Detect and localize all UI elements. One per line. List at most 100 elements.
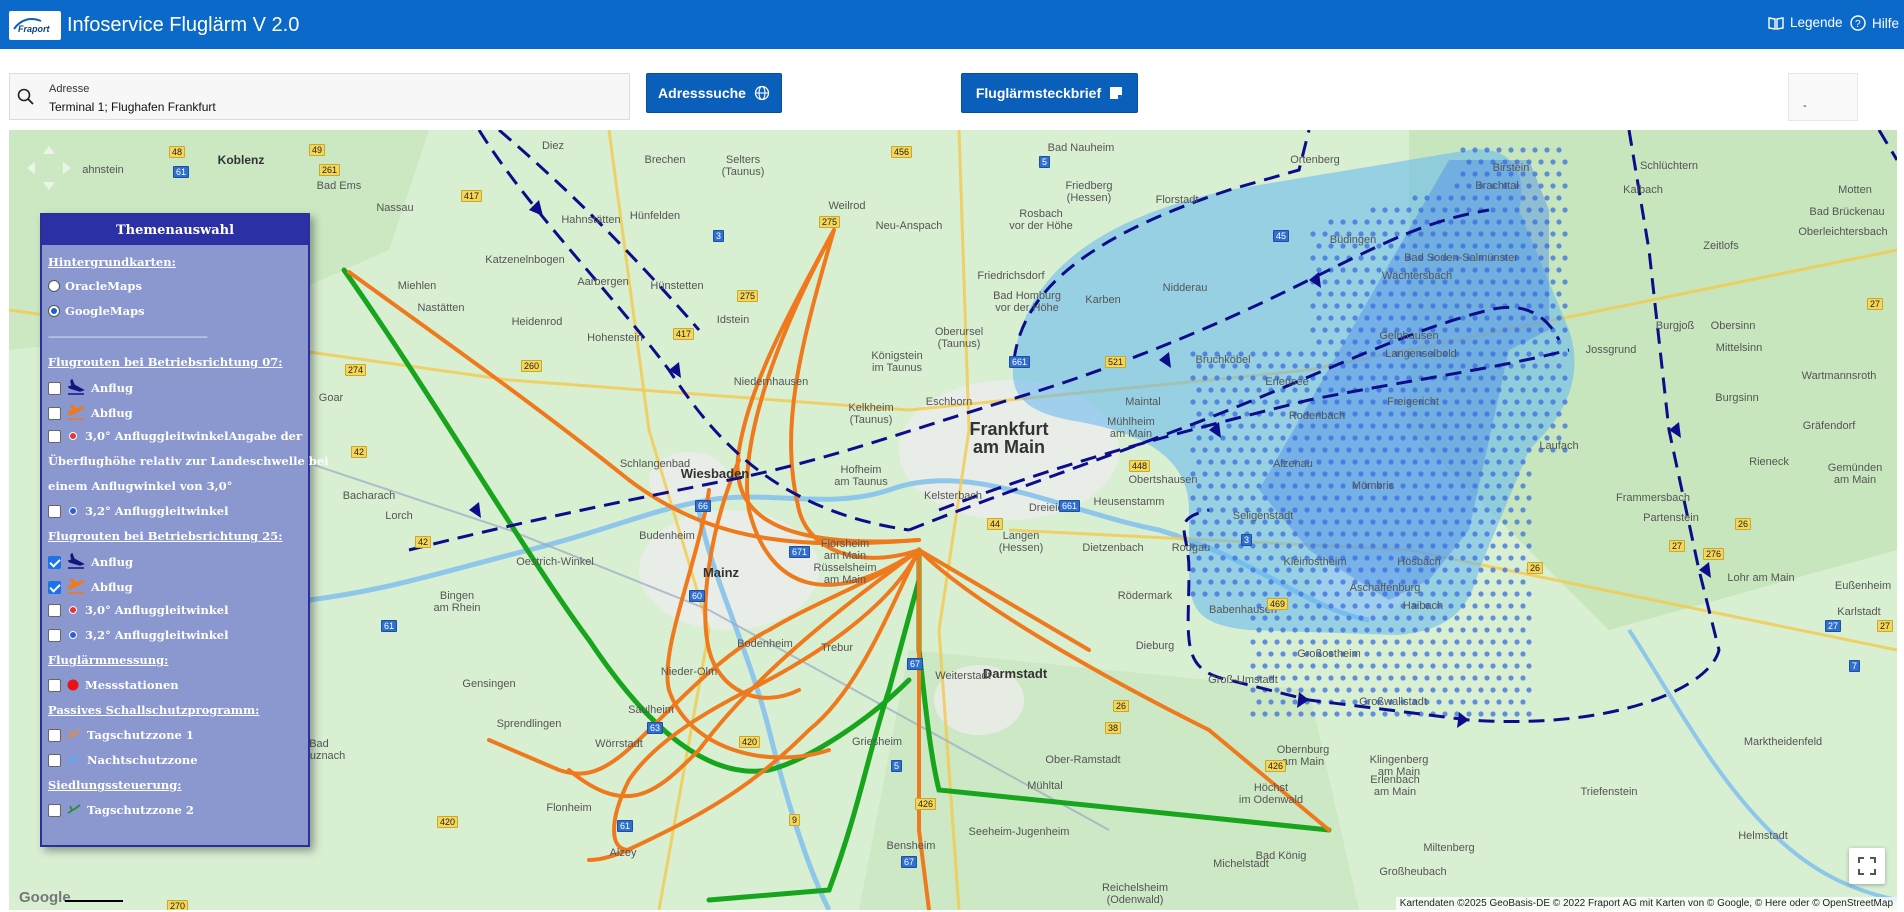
noise-dot [1202,567,1208,573]
noise-dot [1478,543,1484,549]
place-klingenberg: Klingenberg am Main [1369,754,1429,778]
map-scale-bar [65,896,123,902]
place-huenstetten: Hünstetten [650,280,704,292]
noise-dot [1526,423,1532,429]
noise-dot [1520,483,1526,489]
option-nachtschutzzone[interactable]: Nachtschutzzone [48,753,198,767]
noise-dot [1514,375,1520,381]
option-07-anflug[interactable]: Anflug [48,379,133,397]
checkbox-tagschutzzone-1[interactable] [48,728,61,742]
noise-dot [1442,615,1448,621]
noise-dot [1544,219,1550,225]
noise-dot [1412,195,1418,201]
checkbox-25-abflug[interactable] [48,580,61,594]
address-search-button[interactable]: Adresssuche [646,73,782,113]
noise-dot [1382,447,1388,453]
noise-dot [1454,519,1460,525]
address-input[interactable] [49,100,609,114]
noise-dot [1340,387,1346,393]
noise-dot [1400,483,1406,489]
noise-dot [1412,651,1418,657]
noise-dot [1448,363,1454,369]
noise-dot [1268,363,1274,369]
checkbox-07-30deg[interactable] [48,429,61,443]
place-brachttal: Brachttal [1475,180,1519,192]
noise-dot [1352,507,1358,513]
noise-dot [1484,435,1490,441]
googlemaps-radio[interactable] [48,305,60,317]
option-25-32deg[interactable]: 3,2° Anfluggleitwinkel [48,628,229,642]
label-07-30deg-line2: Überflughöhe relativ zur Landeschwelle b… [48,454,329,468]
noise-dot [1226,495,1232,501]
option-25-30deg[interactable]: 3,0° Anfluggleitwinkel [48,603,229,617]
noise-dot [1310,711,1316,717]
option-07-30deg[interactable]: 3,0° AnfluggleitwinkelAngabe der [48,429,302,443]
noise-dot [1376,219,1382,225]
road-shield: 49 [309,144,326,156]
option-25-anflug[interactable]: Anflug [48,553,133,571]
bg-option-googlemaps[interactable]: GoogleMaps [48,304,145,318]
option-25-abflug[interactable]: Abflug [48,578,133,596]
noise-dot [1286,663,1292,669]
noise-dot [1364,339,1370,345]
noise-dot [1496,483,1502,489]
checkbox-07-32deg[interactable] [48,504,61,518]
checkbox-messstationen[interactable] [48,678,61,692]
noise-dot [1514,471,1520,477]
checkbox-07-anflug[interactable] [48,381,61,395]
fullscreen-button[interactable] [1849,848,1885,884]
noise-dot [1292,699,1298,705]
noise-dot [1448,219,1454,225]
help-link[interactable]: ? Hilfe [1850,15,1899,31]
oraclemaps-radio[interactable] [48,280,60,292]
noise-dot [1340,291,1346,297]
address-search-box[interactable]: Adresse [9,73,630,120]
noise-dot [1490,351,1496,357]
noise-profile-button[interactable]: Fluglärmsteckbrief [961,73,1138,113]
noise-dot [1418,447,1424,453]
option-tagschutzzone-1[interactable]: Tagschutzzone 1 [48,728,194,742]
checkbox-nachtschutzzone[interactable] [48,753,61,767]
noise-dot [1334,447,1340,453]
noise-dot [1244,555,1250,561]
checkbox-07-abflug[interactable] [48,406,61,420]
checkbox-25-32deg[interactable] [48,628,61,642]
noise-dot [1508,531,1514,537]
noise-dot [1388,291,1394,297]
noise-dot [1274,639,1280,645]
noise-dot [1526,351,1532,357]
noise-dot [1484,339,1490,345]
option-tagschutzzone-2[interactable]: Tagschutzzone 2 [48,803,194,817]
noise-dot [1460,363,1466,369]
noise-dot [1370,687,1376,693]
option-07-abflug[interactable]: Abflug [48,404,133,422]
search-icon[interactable] [16,87,36,107]
noise-dot [1370,351,1376,357]
place-obersinn: Obersinn [1710,320,1756,332]
place-brechen: Brechen [644,154,686,166]
checkbox-25-anflug[interactable] [48,555,61,569]
fraport-logo[interactable]: Fraport [9,11,61,40]
place-bruchkoebel: Bruchköbel [1195,354,1251,366]
road-shield: 38 [1105,722,1122,734]
noise-dot [1304,363,1310,369]
noise-dot [1262,423,1268,429]
noise-dot [1268,555,1274,561]
noise-dot [1292,531,1298,537]
bg-option-oraclemaps[interactable]: OracleMaps [48,279,142,293]
noise-dot [1442,327,1448,333]
noise-dot [1250,687,1256,693]
noise-dot [1490,615,1496,621]
checkbox-tagschutzzone-2[interactable] [48,803,61,817]
noise-dot [1436,435,1442,441]
noise-dot [1460,579,1466,585]
noise-dot [1550,375,1556,381]
noise-dot [1262,351,1268,357]
checkbox-25-30deg[interactable] [48,603,61,617]
option-07-32deg[interactable]: 3,2° Anfluggleitwinkel [48,504,229,518]
option-messstationen[interactable]: Messstationen [48,678,179,692]
legend-link[interactable]: Legende [1768,15,1843,30]
noise-dot [1208,531,1214,537]
noise-dot [1364,459,1370,465]
noise-dot [1526,231,1532,237]
